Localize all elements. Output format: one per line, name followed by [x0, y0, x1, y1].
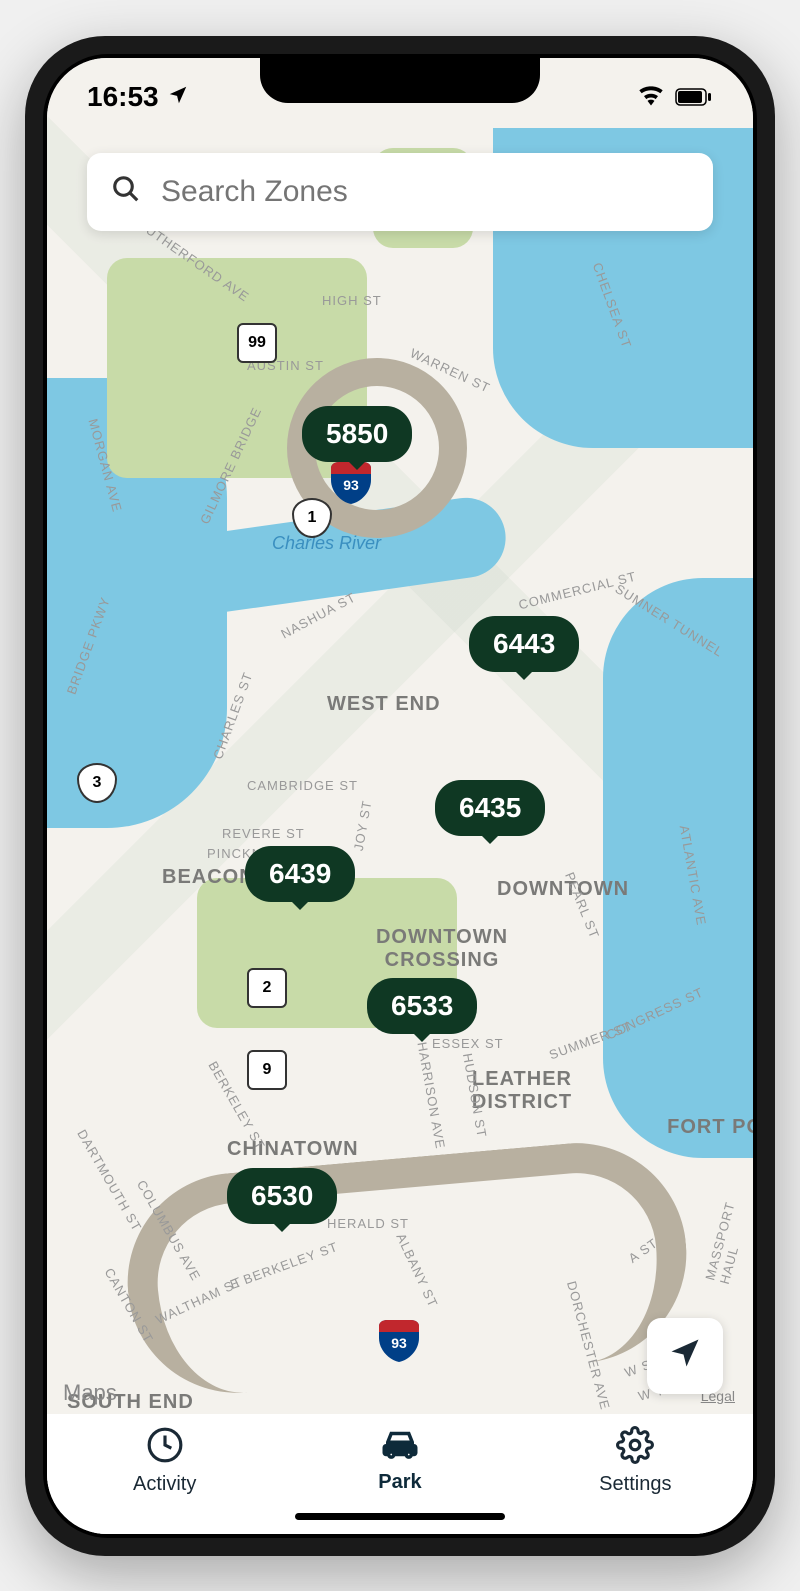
area-downtown: DOWNTOWN	[497, 878, 629, 901]
zone-marker-6533[interactable]: 6533	[367, 978, 477, 1034]
zone-marker-6530[interactable]: 6530	[227, 1168, 337, 1224]
search-icon	[111, 174, 141, 209]
search-bar[interactable]	[87, 153, 713, 231]
area-dtx: DOWNTOWN CROSSING	[372, 926, 512, 972]
tab-activity-label: Activity	[133, 1473, 196, 1496]
map-view[interactable]: Charles River WEST END BEACON HILL DOWNT…	[47, 58, 753, 1534]
tab-park-label: Park	[378, 1471, 421, 1494]
tab-activity[interactable]: Activity	[105, 1426, 225, 1496]
area-fortpoint: FORT PO	[667, 1116, 753, 1139]
route-shield-2: 2	[247, 968, 287, 1008]
tab-park[interactable]: Park	[340, 1426, 460, 1494]
compass-arrow-icon	[667, 1335, 703, 1376]
status-time: 16:53	[87, 81, 159, 113]
interstate-shield-93-south: 93	[377, 1318, 421, 1362]
tab-settings[interactable]: Settings	[575, 1426, 695, 1496]
search-input[interactable]	[161, 175, 689, 209]
location-arrow-icon	[167, 81, 189, 113]
phone-frame: 16:53	[25, 36, 775, 1556]
clock-icon	[146, 1426, 184, 1469]
map-attribution: Maps	[63, 1380, 117, 1406]
area-westend: WEST END	[327, 693, 441, 716]
route-shield-9: 9	[247, 1050, 287, 1090]
screen: 16:53	[47, 58, 753, 1534]
car-icon	[379, 1426, 421, 1467]
route-shield-99: 99	[237, 323, 277, 363]
area-chinatown: CHINATOWN	[227, 1138, 359, 1161]
locate-me-button[interactable]	[647, 1318, 723, 1394]
wifi-icon	[637, 81, 665, 113]
zone-marker-5850[interactable]: 5850	[302, 406, 412, 462]
map-river-label: Charles River	[272, 533, 381, 554]
zone-marker-6435[interactable]: 6435	[435, 780, 545, 836]
zone-marker-6439[interactable]: 6439	[245, 846, 355, 902]
tab-settings-label: Settings	[599, 1473, 671, 1496]
zone-marker-6443[interactable]: 6443	[469, 616, 579, 672]
gear-icon	[616, 1426, 654, 1469]
home-indicator[interactable]	[295, 1513, 505, 1520]
battery-icon	[675, 81, 713, 113]
